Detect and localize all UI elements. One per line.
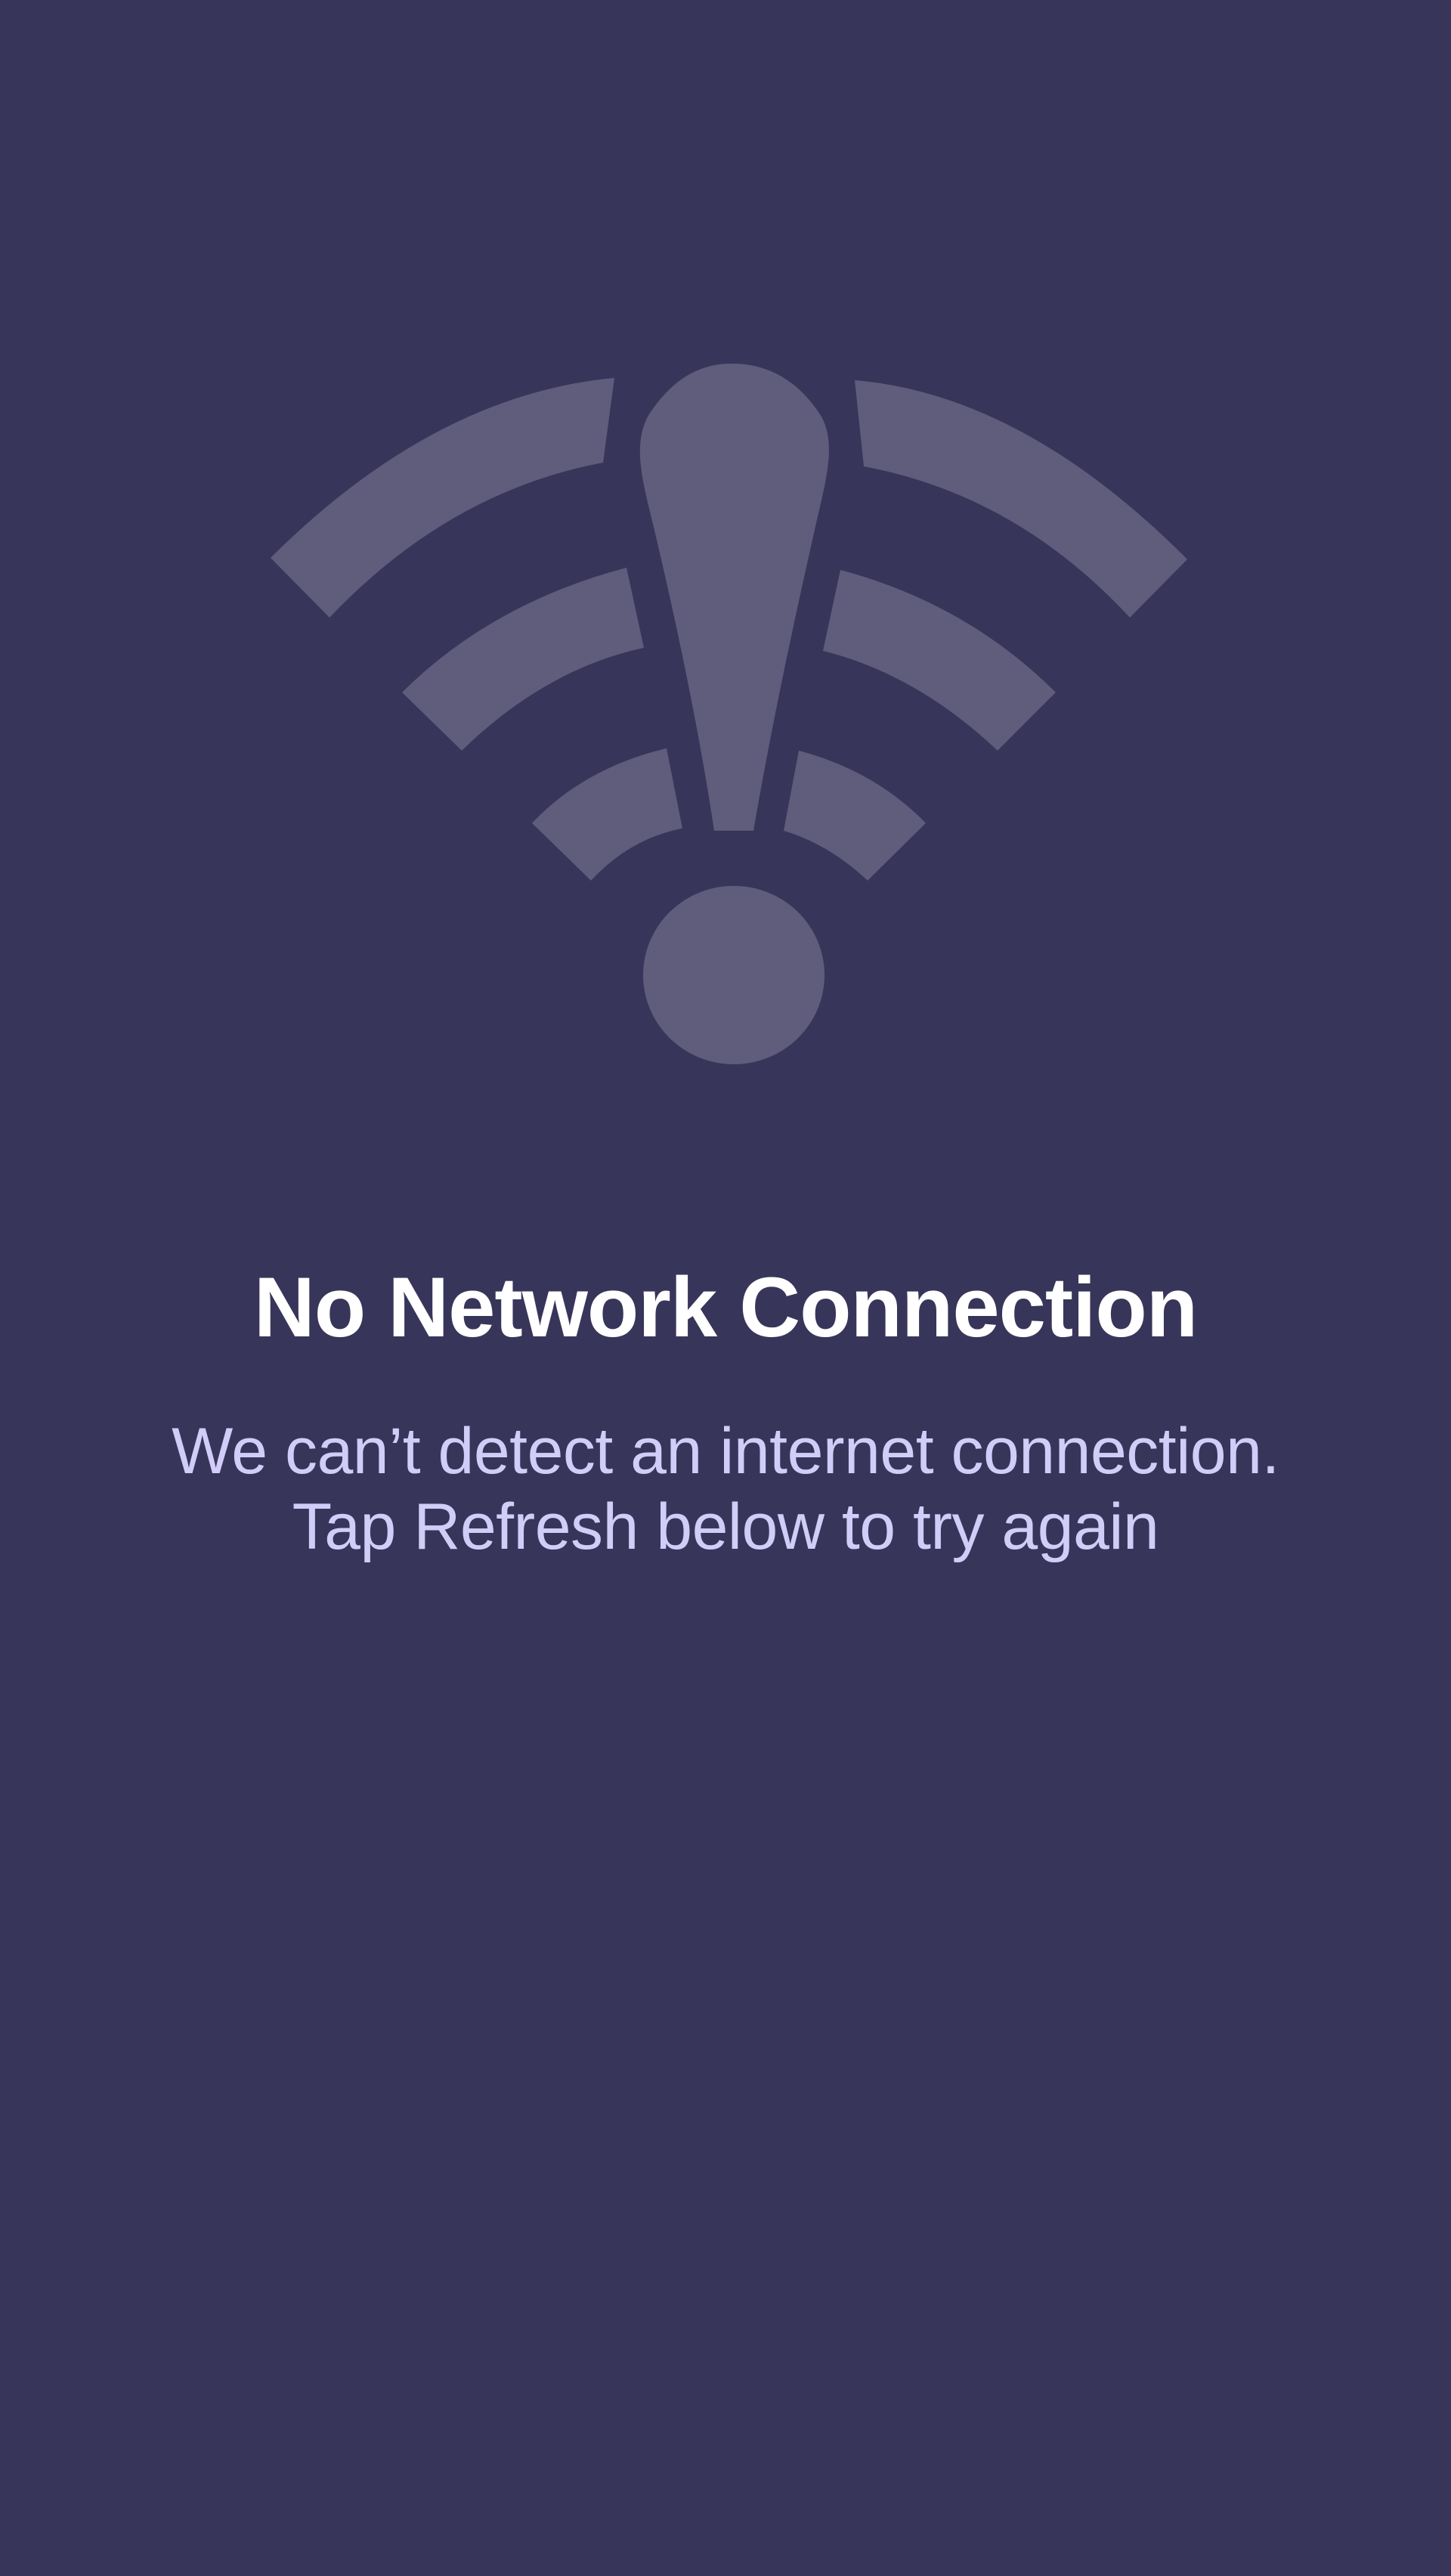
page-title: No Network Connection <box>253 1260 1198 1355</box>
message-line-1: We can’t detect an internet connection. <box>172 1415 1279 1488</box>
wifi-alert-icon <box>271 364 1187 1064</box>
no-network-screen: No Network Connection We can’t detect an… <box>0 0 1451 2576</box>
connection-message: We can’t detect an internet connection. … <box>106 1413 1345 1565</box>
message-line-2: Tap Refresh below to try again <box>292 1491 1159 1563</box>
